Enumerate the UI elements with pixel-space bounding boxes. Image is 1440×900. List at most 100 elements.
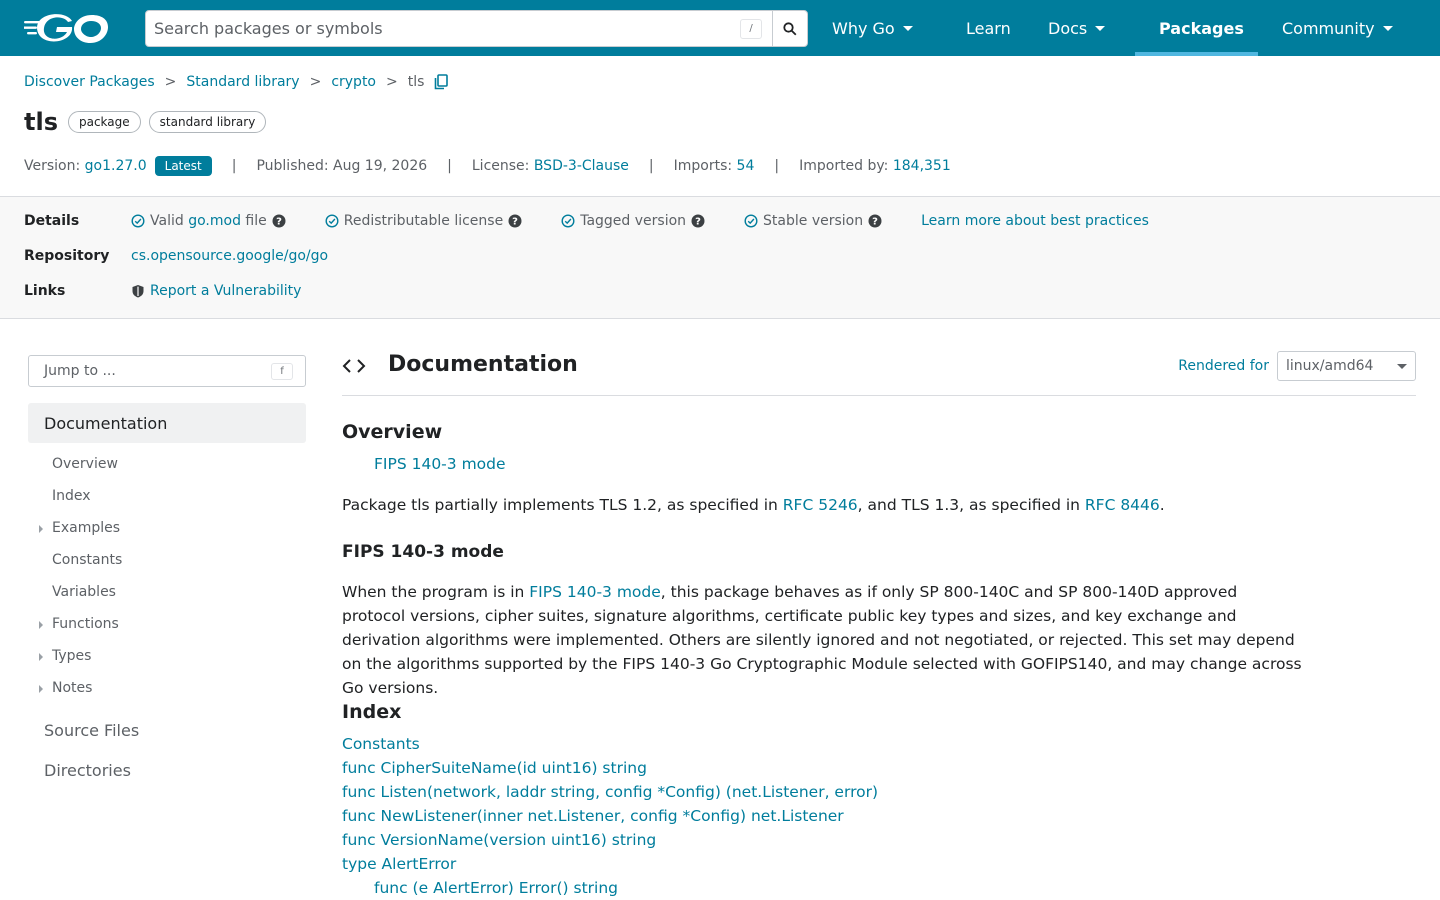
search-button[interactable] (772, 11, 807, 46)
chevron-down-icon (1095, 25, 1106, 31)
overview-heading: Overview (342, 421, 443, 443)
overview-fips-link[interactable]: FIPS 140-3 mode (374, 455, 506, 473)
nav-learn[interactable]: Learn (938, 0, 1036, 56)
fips-mode-link[interactable]: FIPS 140-3 mode (529, 583, 661, 601)
help-icon[interactable]: ? (868, 214, 882, 228)
sidebar-item-variables[interactable]: Variables (52, 584, 116, 600)
chip-package: package (67, 111, 141, 133)
index-item[interactable]: func Listen(network, laddr string, confi… (342, 783, 878, 801)
svg-text:?: ? (872, 217, 878, 228)
jump-to-input[interactable]: Jump to ... f (28, 355, 306, 387)
latest-badge[interactable]: Latest (154, 156, 212, 176)
documentation-title: Documentation (388, 352, 578, 377)
sidebar-item-notes[interactable]: Notes (39, 680, 92, 696)
license-label: License: (471, 158, 530, 174)
index-item[interactable]: func CipherSuiteName(id uint16) string (342, 759, 647, 777)
imported-by-label: Imported by: (799, 158, 889, 174)
package-intro: Package tls partially implements TLS 1.2… (342, 496, 1165, 514)
index-item[interactable]: type AlertError (342, 855, 456, 873)
rfc-5246-link[interactable]: RFC 5246 (783, 496, 858, 514)
breadcrumb-current: tls (407, 74, 425, 90)
published-date: Published: Aug 19, 2026 (256, 158, 428, 174)
nav-why-go[interactable]: Why Go (820, 0, 938, 56)
sidebar-item-functions[interactable]: Functions (39, 616, 119, 632)
rendered-for: Rendered for linux/amd64 (1178, 351, 1416, 381)
breadcrumb-separator: > (386, 74, 398, 90)
expand-arrow-icon[interactable] (39, 525, 43, 533)
search-shortcut-key: / (740, 18, 762, 39)
report-vulnerability-link[interactable]: Report a Vulnerability (150, 283, 301, 299)
breadcrumb-separator: > (309, 74, 322, 90)
sidebar-item-types[interactable]: Types (39, 648, 91, 664)
shield-icon (132, 285, 144, 298)
version-link[interactable]: go1.27.0 (85, 158, 147, 174)
jump-to-placeholder: Jump to ... (44, 363, 116, 379)
repository-row: Repository cs.opensource.google/go/go (24, 248, 328, 264)
sidebar-item-constants[interactable]: Constants (52, 552, 122, 568)
expand-arrow-icon[interactable] (39, 685, 43, 693)
expand-arrow-icon[interactable] (39, 621, 43, 629)
fips-paragraph: When the program is in FIPS 140-3 mode, … (342, 583, 1302, 697)
rfc-8446-link[interactable]: RFC 8446 (1085, 496, 1160, 514)
index-item[interactable]: func NewListener(inner net.Listener, con… (342, 807, 844, 825)
copy-icon[interactable] (434, 74, 449, 90)
nav-packages[interactable]: Packages (1135, 0, 1258, 56)
details-label: Details (24, 213, 80, 229)
index-heading: Index (342, 701, 402, 723)
check-redistributable-license: Redistributable license ? (325, 213, 527, 229)
nav-docs[interactable]: Docs (1036, 0, 1135, 56)
sidebar-item-index[interactable]: Index (52, 488, 91, 504)
sidebar-item-documentation[interactable]: Documentation (28, 403, 306, 443)
go-logo-icon[interactable] (24, 12, 110, 44)
sidebar-item-examples[interactable]: Examples (39, 520, 120, 536)
breadcrumb-crypto[interactable]: crypto (331, 74, 376, 90)
breadcrumb: Discover Packages > Standard library > c… (24, 74, 449, 90)
help-icon[interactable]: ? (508, 214, 522, 228)
package-title-row: tls package standard library (24, 108, 274, 136)
repository-label: Repository (24, 248, 110, 264)
page-title: tls (24, 108, 58, 136)
package-meta: Version: go1.27.0 Latest | Published: Au… (24, 156, 951, 176)
imported-by-link[interactable]: 184,351 (893, 158, 951, 174)
learn-more-best-practices-link[interactable]: Learn more about best practices (921, 213, 1149, 229)
fips-heading: FIPS 140-3 mode (342, 542, 504, 562)
index-item[interactable]: Constants (342, 735, 420, 753)
imports-link[interactable]: 54 (737, 158, 755, 174)
version-label: Version: (24, 158, 81, 174)
links-row: Links Report a Vulnerability (24, 283, 301, 299)
license-link[interactable]: BSD-3-Clause (534, 158, 629, 174)
breadcrumb-separator: > (164, 74, 177, 90)
check-stable-version: Stable version ? (744, 213, 887, 229)
main-nav: Why Go Learn Docs Packages Community (820, 0, 1393, 56)
svg-text:?: ? (695, 217, 701, 228)
search-input[interactable] (146, 11, 740, 46)
breadcrumb-standard-library[interactable]: Standard library (186, 74, 299, 90)
gomod-link[interactable]: go.mod (188, 213, 241, 229)
nav-community[interactable]: Community (1258, 0, 1393, 56)
check-circle-icon (131, 214, 145, 228)
repository-link[interactable]: cs.opensource.google/go/go (131, 248, 328, 264)
breadcrumb-discover-packages[interactable]: Discover Packages (24, 74, 155, 90)
chip-standard-library: standard library (148, 111, 267, 133)
expand-arrow-icon[interactable] (39, 653, 43, 661)
sidebar-item-source-files[interactable]: Source Files (44, 721, 139, 740)
details-row: Details Valid go.mod file ? Redistributa… (24, 213, 1149, 229)
documentation-header: Documentation Rendered for linux/amd64 (342, 350, 1416, 396)
help-icon[interactable]: ? (691, 214, 705, 228)
chevron-down-icon (1382, 25, 1393, 31)
meta-separator: | (774, 158, 780, 174)
sidebar-item-overview[interactable]: Overview (52, 456, 118, 472)
platform-select[interactable]: linux/amd64 (1277, 351, 1416, 381)
help-icon[interactable]: ? (272, 214, 286, 228)
sidebar-item-directories[interactable]: Directories (44, 761, 131, 780)
index-item[interactable]: func VersionName(version uint16) string (342, 831, 656, 849)
meta-separator: | (231, 158, 237, 174)
search-bar: / (145, 10, 808, 47)
svg-text:?: ? (276, 217, 282, 228)
meta-separator: | (447, 158, 452, 174)
imports-label: Imports: (673, 158, 733, 174)
check-circle-icon (561, 214, 575, 228)
index-item[interactable]: func (e AlertError) Error() string (374, 879, 618, 897)
svg-text:?: ? (512, 217, 518, 228)
check-circle-icon (325, 214, 339, 228)
